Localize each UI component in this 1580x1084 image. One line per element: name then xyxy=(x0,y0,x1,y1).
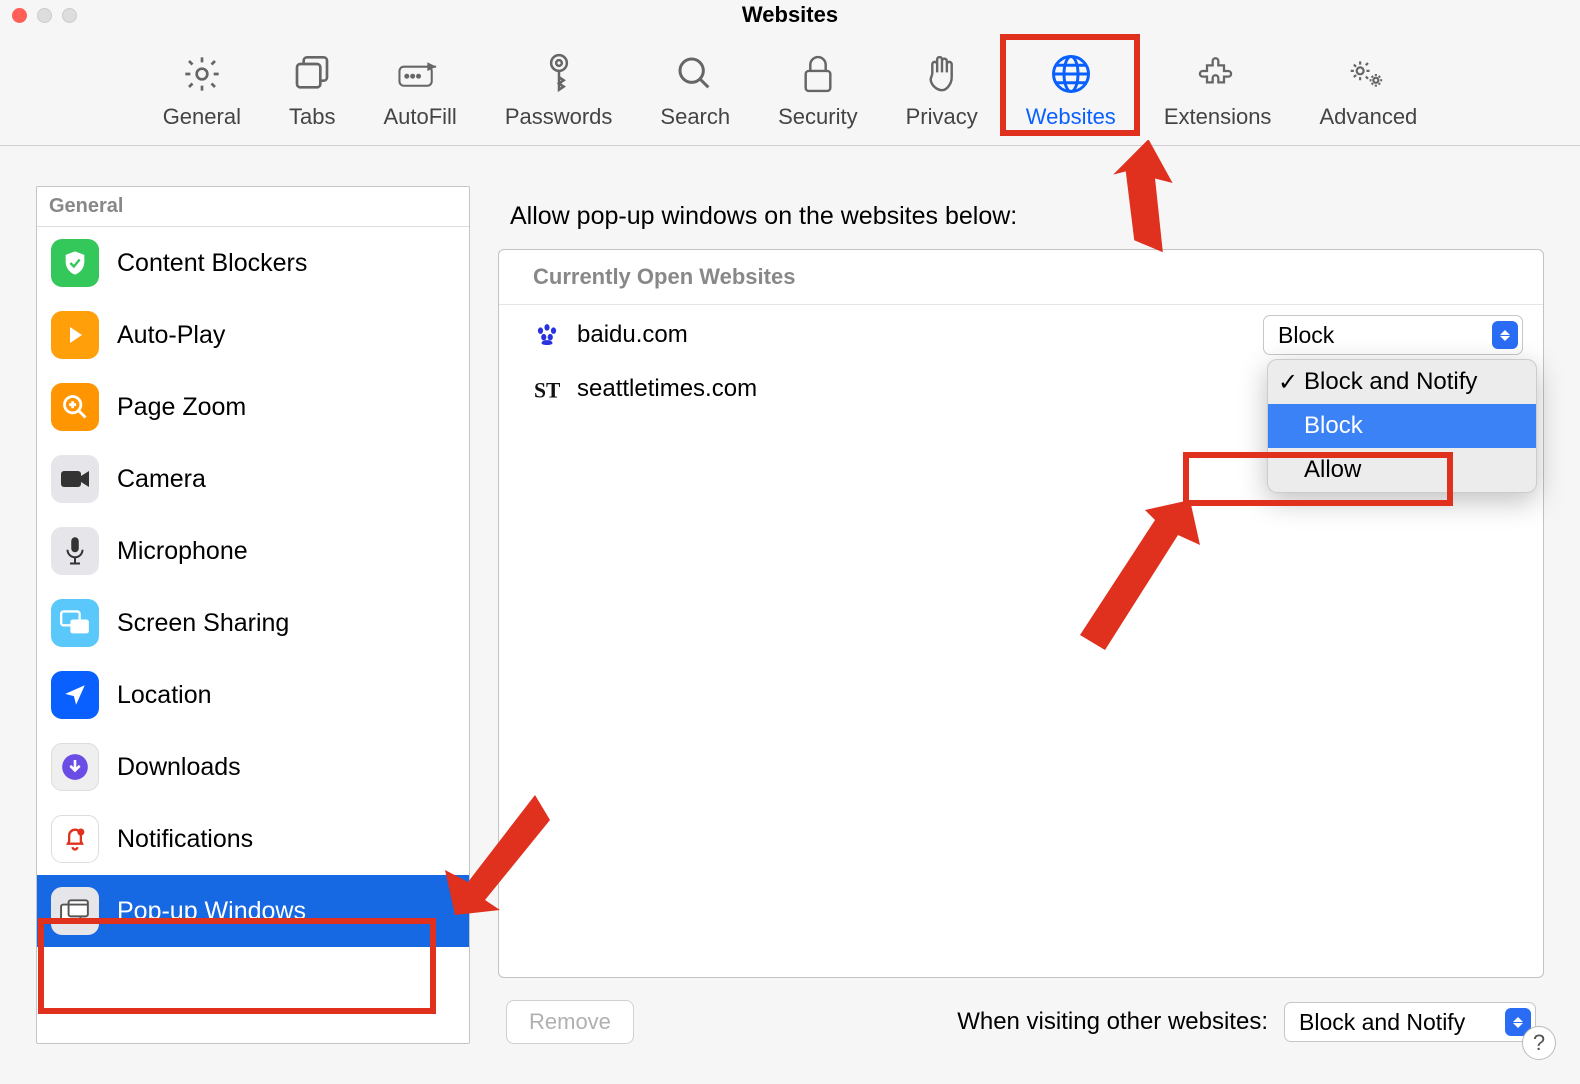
chevron-updown-icon xyxy=(1492,321,1518,349)
sidebar-item-label: Location xyxy=(117,681,212,710)
site-permission-select[interactable]: Block xyxy=(1263,315,1523,355)
sidebar-item-location[interactable]: Location xyxy=(37,659,469,731)
screenshare-icon xyxy=(51,599,99,647)
tab-label: General xyxy=(163,104,241,130)
sidebar-item-label: Pop-up Windows xyxy=(117,897,306,926)
sidebar-section-header: General xyxy=(37,187,469,227)
dropdown-option-block-and-notify[interactable]: Block and Notify xyxy=(1268,360,1536,404)
sidebar-item-microphone[interactable]: Microphone xyxy=(37,515,469,587)
sidebar-item-screen-sharing[interactable]: Screen Sharing xyxy=(37,587,469,659)
key-icon xyxy=(537,52,581,96)
sidebar-item-label: Auto-Play xyxy=(117,321,225,350)
sidebar-item-label: Page Zoom xyxy=(117,393,246,422)
tab-general[interactable]: General xyxy=(157,48,247,134)
tab-label: Privacy xyxy=(906,104,978,130)
tab-tabs[interactable]: Tabs xyxy=(283,48,341,134)
lock-icon xyxy=(796,52,840,96)
site-domain: seattletimes.com xyxy=(577,375,757,403)
permission-dropdown: Block and Notify Block Allow xyxy=(1267,359,1537,493)
settings-sidebar: General Content Blockers Auto-Play Page … xyxy=(36,186,470,1044)
tab-label: Security xyxy=(778,104,857,130)
tab-security[interactable]: Security xyxy=(772,48,863,134)
panel-subheader: Currently Open Websites xyxy=(499,250,1543,305)
bell-icon xyxy=(51,815,99,863)
zoom-icon xyxy=(51,383,99,431)
play-icon xyxy=(51,311,99,359)
site-domain: baidu.com xyxy=(577,321,688,349)
help-button[interactable]: ? xyxy=(1522,1026,1556,1060)
puzzle-icon xyxy=(1196,52,1240,96)
sidebar-item-label: Microphone xyxy=(117,537,248,566)
location-icon xyxy=(51,671,99,719)
sidebar-item-auto-play[interactable]: Auto-Play xyxy=(37,299,469,371)
preferences-window: Websites General Tabs AutoFill xyxy=(0,0,1580,1084)
sidebar-item-label: Screen Sharing xyxy=(117,609,289,638)
seattletimes-favicon-icon: ST xyxy=(533,375,561,403)
site-row[interactable]: baidu.com Block xyxy=(499,305,1543,365)
tab-label: AutoFill xyxy=(383,104,456,130)
tab-label: Search xyxy=(660,104,730,130)
main-panel: Allow pop-up windows on the websites bel… xyxy=(498,186,1544,1044)
sidebar-item-label: Notifications xyxy=(117,825,253,854)
svg-text:ST: ST xyxy=(534,379,560,402)
sidebar-item-label: Downloads xyxy=(117,753,241,782)
panel-footer: Remove When visiting other websites: Blo… xyxy=(498,978,1544,1044)
gears-icon xyxy=(1346,52,1390,96)
sidebar-item-page-zoom[interactable]: Page Zoom xyxy=(37,371,469,443)
hand-icon xyxy=(920,52,964,96)
sidebar-item-label: Content Blockers xyxy=(117,249,307,278)
titlebar: Websites xyxy=(0,0,1580,30)
websites-list-panel: Currently Open Websites baidu.com Block xyxy=(498,249,1544,978)
tab-passwords[interactable]: Passwords xyxy=(499,48,619,134)
search-icon xyxy=(673,52,717,96)
sidebar-item-downloads[interactable]: Downloads xyxy=(37,731,469,803)
tab-label: Advanced xyxy=(1319,104,1417,130)
baidu-favicon-icon xyxy=(533,321,561,349)
preferences-toolbar: General Tabs AutoFill Passwords xyxy=(0,30,1580,146)
sidebar-item-popup-windows[interactable]: Pop-up Windows xyxy=(37,875,469,947)
site-row[interactable]: ST seattletimes.com Block and Notify Blo… xyxy=(499,365,1543,413)
tab-extensions[interactable]: Extensions xyxy=(1158,48,1278,134)
content-area: General Content Blockers Auto-Play Page … xyxy=(0,146,1580,1084)
gear-icon xyxy=(180,52,224,96)
tab-advanced[interactable]: Advanced xyxy=(1313,48,1423,134)
tab-websites[interactable]: Websites xyxy=(1020,48,1122,134)
select-value: Block xyxy=(1278,322,1334,349)
tab-privacy[interactable]: Privacy xyxy=(900,48,984,134)
default-permission-select[interactable]: Block and Notify xyxy=(1284,1002,1536,1042)
select-value: Block and Notify xyxy=(1299,1009,1465,1036)
tab-search[interactable]: Search xyxy=(654,48,736,134)
sidebar-item-notifications[interactable]: Notifications xyxy=(37,803,469,875)
popup-windows-icon xyxy=(51,887,99,935)
download-icon xyxy=(51,743,99,791)
dropdown-option-allow[interactable]: Allow xyxy=(1268,448,1536,492)
tabs-icon xyxy=(290,52,334,96)
shield-check-icon xyxy=(51,239,99,287)
panel-heading: Allow pop-up windows on the websites bel… xyxy=(498,186,1544,249)
tab-label: Websites xyxy=(1026,104,1116,130)
window-title: Websites xyxy=(0,2,1580,28)
tab-label: Tabs xyxy=(289,104,335,130)
tab-label: Passwords xyxy=(505,104,613,130)
dropdown-option-block[interactable]: Block xyxy=(1268,404,1536,448)
tab-autofill[interactable]: AutoFill xyxy=(377,48,462,134)
sidebar-item-camera[interactable]: Camera xyxy=(37,443,469,515)
footer-label: When visiting other websites: xyxy=(957,1008,1268,1036)
autofill-icon xyxy=(398,52,442,96)
remove-button[interactable]: Remove xyxy=(506,1000,634,1044)
camera-icon xyxy=(51,455,99,503)
mic-icon xyxy=(51,527,99,575)
tab-label: Extensions xyxy=(1164,104,1272,130)
globe-icon xyxy=(1049,52,1093,96)
sidebar-item-content-blockers[interactable]: Content Blockers xyxy=(37,227,469,299)
sidebar-item-label: Camera xyxy=(117,465,206,494)
